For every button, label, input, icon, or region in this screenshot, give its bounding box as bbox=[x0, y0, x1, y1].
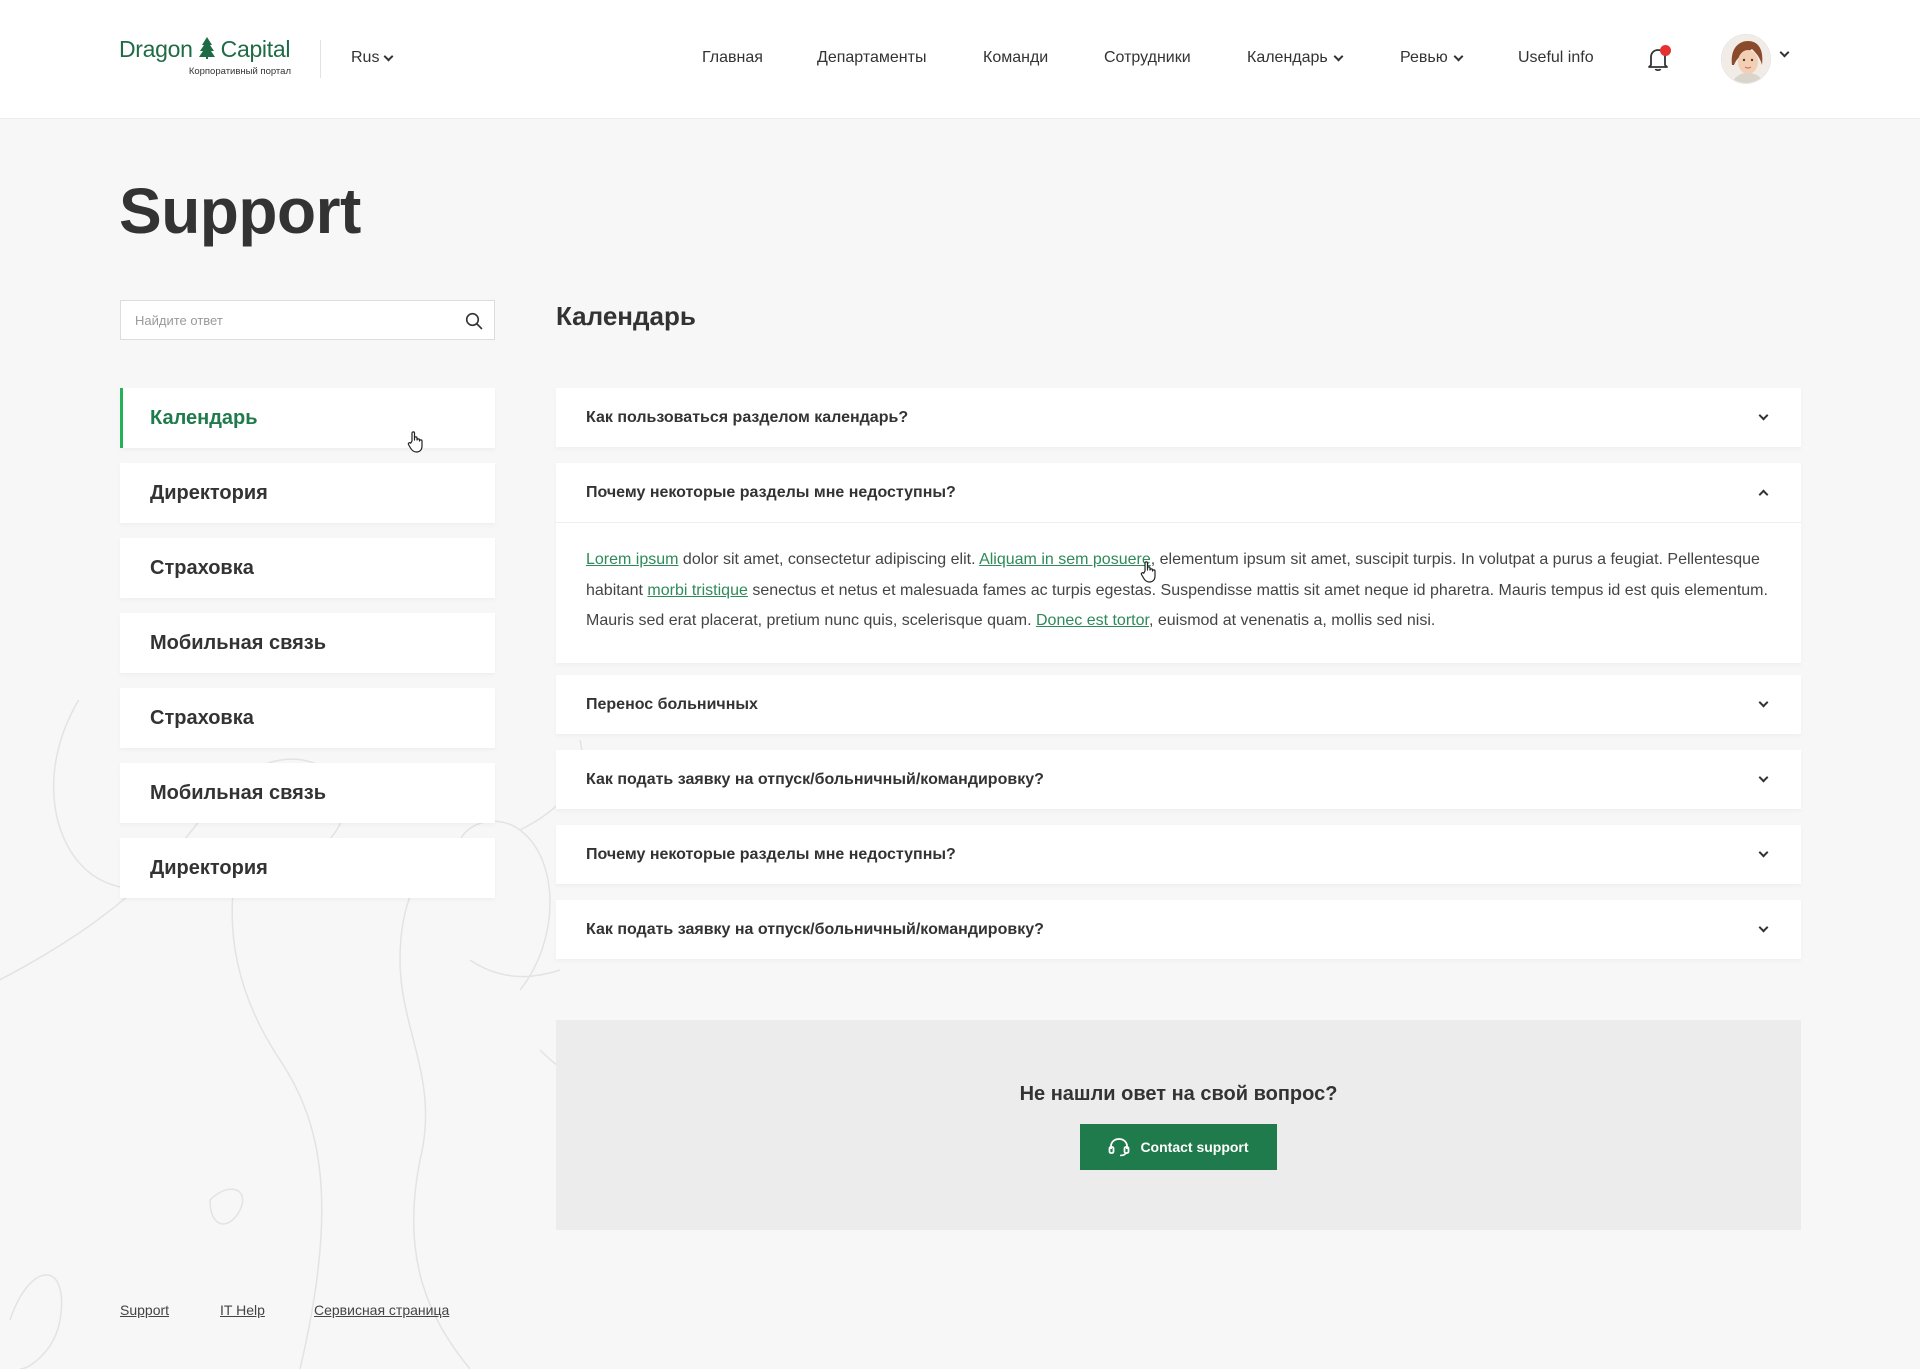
sidebar-item-directory-2[interactable]: Директория bbox=[120, 838, 495, 898]
sidebar-item-label: Календарь bbox=[150, 406, 258, 429]
chevron-down-icon bbox=[1333, 51, 1344, 61]
language-label: Rus bbox=[351, 49, 380, 66]
chevron-down-icon bbox=[1453, 51, 1464, 61]
faq-item-expanded: Почему некоторые разделы мне недоступны?… bbox=[556, 463, 1801, 663]
nav-item-calendar[interactable]: Календарь bbox=[1247, 49, 1344, 67]
search-icon[interactable] bbox=[465, 312, 483, 330]
sidebar-item-mobile[interactable]: Мобильная связь bbox=[120, 613, 495, 673]
faq-question-header[interactable]: Как подать заявку на отпуск/больничный/к… bbox=[556, 750, 1801, 809]
cta-title: Не нашли овет на свой вопрос? bbox=[1019, 1083, 1338, 1105]
search-field[interactable] bbox=[120, 300, 495, 340]
contact-support-panel: Не нашли овет на свой вопрос? Contact su… bbox=[556, 1020, 1801, 1230]
page-title: Support bbox=[119, 175, 361, 247]
sidebar-item-label: Страховка bbox=[150, 706, 254, 729]
search-input[interactable] bbox=[121, 301, 441, 339]
faq-question: Почему некоторые разделы мне недоступны? bbox=[586, 845, 956, 863]
nav-item-review[interactable]: Ревью bbox=[1400, 49, 1464, 67]
nav-item-home[interactable]: Главная bbox=[702, 49, 763, 67]
notification-badge bbox=[1660, 45, 1671, 56]
answer-link[interactable]: Donec est tortor bbox=[1036, 612, 1149, 629]
logo-subtitle: Корпоративный портал bbox=[188, 66, 291, 77]
sidebar-item-directory[interactable]: Директория bbox=[120, 463, 495, 523]
footer-link-it-help[interactable]: IT Help bbox=[220, 1302, 265, 1318]
faq-question: Почему некоторые разделы мне недоступны? bbox=[586, 483, 956, 501]
faq-item: Почему некоторые разделы мне недоступны? bbox=[556, 825, 1801, 884]
user-avatar[interactable] bbox=[1721, 34, 1771, 84]
sidebar-item-insurance-2[interactable]: Страховка bbox=[120, 688, 495, 748]
hand-cursor-icon bbox=[1140, 561, 1156, 583]
chevron-down-icon bbox=[1758, 772, 1769, 783]
faq-item: Как пользоваться разделом календарь? bbox=[556, 388, 1801, 447]
nav-label: Useful info bbox=[1518, 49, 1594, 66]
sidebar-item-label: Мобильная связь bbox=[150, 631, 327, 654]
faq-question: Как подать заявку на отпуск/больничный/к… bbox=[586, 920, 1044, 938]
answer-text: dolor sit amet, consectetur adipiscing e… bbox=[678, 551, 980, 568]
faq-item: Как подать заявку на отпуск/больничный/к… bbox=[556, 900, 1801, 959]
sidebar-item-label: Директория bbox=[150, 856, 268, 879]
chevron-down-icon bbox=[1758, 697, 1769, 708]
avatar-image bbox=[1722, 35, 1770, 83]
faq-answer: Lorem ipsum dolor sit amet, consectetur … bbox=[556, 522, 1801, 663]
faq-item: Перенос больничных bbox=[556, 675, 1801, 734]
contact-support-label: Contact support bbox=[1140, 1139, 1249, 1155]
language-selector[interactable]: Rus bbox=[351, 49, 394, 67]
hand-cursor-icon bbox=[407, 431, 423, 453]
nav-item-teams[interactable]: Команди bbox=[983, 49, 1048, 67]
sidebar-item-label: Директория bbox=[150, 481, 268, 504]
nav-label: Департаменты bbox=[817, 49, 927, 66]
faq-question-header[interactable]: Почему некоторые разделы мне недоступны? bbox=[556, 463, 1801, 522]
headset-icon bbox=[1109, 1138, 1130, 1157]
answer-link[interactable]: Aliquam in sem posuere bbox=[979, 551, 1151, 568]
faq-question-header[interactable]: Как пользоваться разделом календарь? bbox=[556, 388, 1801, 447]
logo-wordmark: Dragon Capital bbox=[119, 36, 290, 63]
nav-label: Команди bbox=[983, 49, 1049, 66]
answer-text: , euismod at venenatis a, mollis sed nis… bbox=[1148, 612, 1436, 629]
nav-item-useful-info[interactable]: Useful info bbox=[1518, 49, 1594, 67]
footer-link-service-page[interactable]: Сервисная страница bbox=[314, 1302, 449, 1318]
company-logo[interactable]: Dragon Capital Корпоративный портал bbox=[119, 36, 294, 80]
logo-text-capital: Capital bbox=[220, 36, 291, 62]
faq-question: Как пользоваться разделом календарь? bbox=[586, 408, 909, 426]
sidebar-item-calendar[interactable]: Календарь bbox=[120, 388, 495, 448]
answer-link[interactable]: Lorem ipsum bbox=[586, 551, 678, 568]
nav-label: Сотрудники bbox=[1104, 49, 1191, 66]
chevron-up-icon bbox=[1758, 489, 1769, 500]
logo-text-dragon: Dragon bbox=[119, 36, 193, 62]
chevron-down-icon bbox=[1758, 922, 1769, 933]
sidebar-item-label: Мобильная связь bbox=[150, 781, 327, 804]
contact-support-button[interactable]: Contact support bbox=[1080, 1124, 1277, 1170]
top-header: Dragon Capital Корпоративный портал Rus Г… bbox=[0, 0, 1920, 119]
nav-item-employees[interactable]: Сотрудники bbox=[1104, 49, 1191, 67]
chevron-down-icon bbox=[1758, 847, 1769, 858]
header-divider bbox=[320, 40, 321, 78]
footer-link-support[interactable]: Support bbox=[120, 1302, 169, 1318]
section-title: Календарь bbox=[556, 301, 696, 331]
nav-label: Ревью bbox=[1400, 49, 1448, 66]
nav-label: Календарь bbox=[1247, 49, 1328, 66]
faq-question: Перенос больничных bbox=[586, 695, 758, 713]
faq-item: Как подать заявку на отпуск/больничный/к… bbox=[556, 750, 1801, 809]
chevron-down-icon bbox=[384, 51, 394, 61]
faq-question-header[interactable]: Как подать заявку на отпуск/больничный/к… bbox=[556, 900, 1801, 959]
nav-label: Главная bbox=[702, 49, 763, 66]
faq-question-header[interactable]: Перенос больничных bbox=[556, 675, 1801, 734]
chevron-down-icon[interactable] bbox=[1779, 47, 1790, 58]
sidebar-item-label: Страховка bbox=[150, 556, 254, 579]
answer-link[interactable]: morbi tristique bbox=[647, 582, 747, 599]
tree-logo-icon bbox=[198, 37, 215, 59]
faq-question-header[interactable]: Почему некоторые разделы мне недоступны? bbox=[556, 825, 1801, 884]
sidebar-item-mobile-2[interactable]: Мобильная связь bbox=[120, 763, 495, 823]
faq-question: Как подать заявку на отпуск/больничный/к… bbox=[586, 770, 1044, 788]
nav-item-departments[interactable]: Департаменты bbox=[817, 49, 926, 67]
sidebar-item-insurance[interactable]: Страховка bbox=[120, 538, 495, 598]
chevron-down-icon bbox=[1758, 410, 1769, 421]
